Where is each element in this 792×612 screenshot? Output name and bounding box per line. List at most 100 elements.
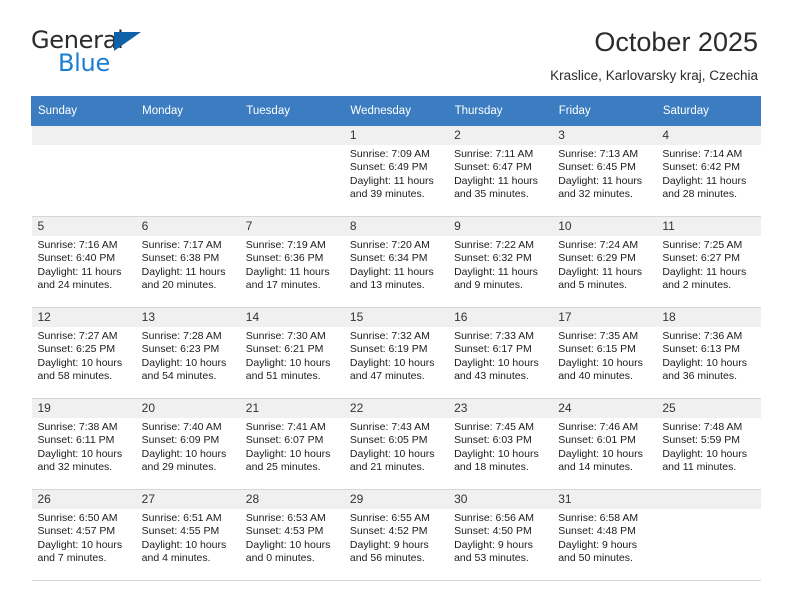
daylight-duration-line1: Daylight: 10 hours bbox=[558, 356, 643, 369]
day-details: Sunrise: 7:30 AM Sunset: 6:21 PM Daylight:… bbox=[240, 327, 344, 384]
calendar-day-cell[interactable]: 31 Sunrise: 6:58 AM Sunset: 4:48 PM Dayligh… bbox=[552, 489, 657, 581]
calendar-cell-empty bbox=[31, 125, 136, 217]
sunset-time: Sunset: 6:34 PM bbox=[349, 252, 428, 265]
sunrise-time: Sunrise: 7:33 AM bbox=[454, 329, 535, 342]
calendar-day-cell[interactable]: 5 Sunrise: 7:16 AM Sunset: 6:40 PM Daylight… bbox=[31, 216, 136, 308]
calendar-day-cell[interactable]: 2 Sunrise: 7:11 AM Sunset: 6:47 PM Daylight… bbox=[448, 125, 553, 217]
sunrise-time: Sunrise: 7:32 AM bbox=[349, 329, 430, 342]
daylight-duration-line2: and 35 minutes. bbox=[454, 187, 529, 200]
calendar-day-cell[interactable]: 23 Sunrise: 7:45 AM Sunset: 6:03 PM Dayligh… bbox=[448, 398, 553, 490]
daylight-duration-line2: and 25 minutes. bbox=[245, 460, 321, 473]
calendar-cell-empty bbox=[135, 125, 240, 217]
daylight-duration-line1: Daylight: 11 hours bbox=[662, 265, 747, 278]
daylight-duration-line1: Daylight: 11 hours bbox=[558, 174, 643, 187]
daylight-duration-line2: and 4 minutes. bbox=[141, 551, 211, 564]
page-header: General Blue October 2025 Kraslice, Karl… bbox=[0, 0, 792, 83]
calendar-day-cell[interactable]: 4 Sunrise: 7:14 AM Sunset: 6:42 PM Daylight… bbox=[656, 125, 761, 217]
daylight-duration-line1: Daylight: 9 hours bbox=[349, 538, 429, 551]
day-details: Sunrise: 7:32 AM Sunset: 6:19 PM Daylight:… bbox=[344, 327, 448, 384]
calendar-day-cell[interactable]: 8 Sunrise: 7:20 AM Sunset: 6:34 PM Daylight… bbox=[343, 216, 449, 308]
sunrise-time: Sunrise: 7:25 AM bbox=[662, 238, 743, 251]
calendar-day-cell[interactable]: 17 Sunrise: 7:35 AM Sunset: 6:15 PM Dayligh… bbox=[552, 307, 657, 399]
location-subtitle: Kraslice, Karlovarsky kraj, Czechia bbox=[550, 67, 758, 83]
daylight-duration-line1: Daylight: 10 hours bbox=[662, 356, 747, 369]
calendar-day-cell[interactable]: 15 Sunrise: 7:32 AM Sunset: 6:19 PM Dayligh… bbox=[343, 307, 449, 399]
calendar-cell-inner bbox=[656, 489, 761, 580]
day-number: 10 bbox=[552, 216, 657, 236]
calendar-cell-inner: 17 Sunrise: 7:35 AM Sunset: 6:15 PM Dayligh… bbox=[552, 307, 657, 398]
calendar-day-cell[interactable]: 14 Sunrise: 7:30 AM Sunset: 6:21 PM Dayligh… bbox=[239, 307, 344, 399]
sunrise-time: Sunrise: 6:58 AM bbox=[558, 511, 639, 524]
calendar-cell-inner: 16 Sunrise: 7:33 AM Sunset: 6:17 PM Dayligh… bbox=[448, 307, 553, 398]
daylight-duration-line1: Daylight: 10 hours bbox=[245, 538, 331, 551]
weekday-header-monday: Monday bbox=[135, 95, 241, 126]
calendar-cell-inner: 11 Sunrise: 7:25 AM Sunset: 6:27 PM Dayligh… bbox=[656, 216, 761, 307]
calendar-cell-inner: 7 Sunrise: 7:19 AM Sunset: 6:36 PM Daylight… bbox=[239, 216, 344, 307]
calendar-day-cell[interactable]: 10 Sunrise: 7:24 AM Sunset: 6:29 PM Dayligh… bbox=[552, 216, 657, 308]
sunrise-time: Sunrise: 7:16 AM bbox=[37, 238, 118, 251]
daylight-duration-line1: Daylight: 10 hours bbox=[245, 356, 331, 369]
sunrise-time: Sunrise: 7:41 AM bbox=[245, 420, 326, 433]
calendar-day-cell[interactable]: 28 Sunrise: 6:53 AM Sunset: 4:53 PM Dayligh… bbox=[239, 489, 344, 581]
sunrise-time: Sunrise: 7:40 AM bbox=[141, 420, 222, 433]
sunset-time: Sunset: 6:36 PM bbox=[245, 252, 324, 265]
calendar-day-cell[interactable]: 29 Sunrise: 6:55 AM Sunset: 4:52 PM Dayligh… bbox=[343, 489, 449, 581]
day-number bbox=[239, 125, 344, 145]
calendar-day-cell[interactable]: 3 Sunrise: 7:13 AM Sunset: 6:45 PM Daylight… bbox=[552, 125, 657, 217]
day-number bbox=[31, 125, 136, 145]
sunrise-time: Sunrise: 6:51 AM bbox=[141, 511, 222, 524]
sunset-time: Sunset: 5:59 PM bbox=[662, 434, 740, 447]
calendar-day-cell[interactable]: 9 Sunrise: 7:22 AM Sunset: 6:32 PM Daylight… bbox=[448, 216, 553, 308]
calendar-day-cell[interactable]: 7 Sunrise: 7:19 AM Sunset: 6:36 PM Daylight… bbox=[239, 216, 344, 308]
calendar-cell-inner: 14 Sunrise: 7:30 AM Sunset: 6:21 PM Dayligh… bbox=[239, 307, 344, 398]
calendar-cell-inner: 26 Sunrise: 6:50 AM Sunset: 4:57 PM Dayligh… bbox=[31, 489, 136, 580]
calendar-day-cell[interactable]: 30 Sunrise: 6:56 AM Sunset: 4:50 PM Dayligh… bbox=[448, 489, 553, 581]
calendar-day-cell[interactable]: 13 Sunrise: 7:28 AM Sunset: 6:23 PM Dayligh… bbox=[135, 307, 240, 399]
calendar-cell-inner: 13 Sunrise: 7:28 AM Sunset: 6:23 PM Dayligh… bbox=[135, 307, 240, 398]
sunrise-time: Sunrise: 7:28 AM bbox=[141, 329, 222, 342]
daylight-duration-line1: Daylight: 9 hours bbox=[558, 538, 637, 551]
day-details: Sunrise: 7:41 AM Sunset: 6:07 PM Daylight:… bbox=[240, 418, 344, 475]
calendar-day-cell[interactable]: 1 Sunrise: 7:09 AM Sunset: 6:49 PM Daylight… bbox=[343, 125, 449, 217]
calendar-day-cell[interactable]: 26 Sunrise: 6:50 AM Sunset: 4:57 PM Dayligh… bbox=[31, 489, 136, 581]
calendar-cell-inner bbox=[31, 125, 136, 216]
day-number: 7 bbox=[239, 216, 344, 236]
day-number: 13 bbox=[135, 307, 240, 327]
sunrise-time: Sunrise: 7:46 AM bbox=[558, 420, 639, 433]
day-number: 15 bbox=[343, 307, 449, 327]
day-details: Sunrise: 7:48 AM Sunset: 5:59 PM Daylight:… bbox=[656, 418, 760, 475]
day-number: 23 bbox=[448, 398, 553, 418]
calendar-day-cell[interactable]: 18 Sunrise: 7:36 AM Sunset: 6:13 PM Dayligh… bbox=[656, 307, 761, 399]
daylight-duration-line1: Daylight: 9 hours bbox=[454, 538, 533, 551]
day-number bbox=[656, 489, 761, 509]
calendar-day-cell[interactable]: 27 Sunrise: 6:51 AM Sunset: 4:55 PM Dayligh… bbox=[135, 489, 240, 581]
calendar-day-cell[interactable]: 11 Sunrise: 7:25 AM Sunset: 6:27 PM Dayligh… bbox=[656, 216, 761, 308]
calendar-day-cell[interactable]: 12 Sunrise: 7:27 AM Sunset: 6:25 PM Dayligh… bbox=[31, 307, 136, 399]
daylight-duration-line2: and 54 minutes. bbox=[141, 369, 217, 382]
daylight-duration-line2: and 50 minutes. bbox=[558, 551, 633, 564]
weekday-header-friday: Friday bbox=[551, 95, 657, 126]
calendar-day-cell[interactable]: 21 Sunrise: 7:41 AM Sunset: 6:07 PM Dayligh… bbox=[239, 398, 344, 490]
calendar-day-cell[interactable]: 22 Sunrise: 7:43 AM Sunset: 6:05 PM Dayligh… bbox=[343, 398, 449, 490]
daylight-duration-line1: Daylight: 10 hours bbox=[37, 447, 123, 460]
calendar-day-cell[interactable]: 16 Sunrise: 7:33 AM Sunset: 6:17 PM Dayligh… bbox=[448, 307, 553, 399]
calendar-day-cell[interactable]: 19 Sunrise: 7:38 AM Sunset: 6:11 PM Dayligh… bbox=[31, 398, 136, 490]
daylight-duration-line1: Daylight: 10 hours bbox=[37, 538, 123, 551]
calendar-day-cell[interactable]: 20 Sunrise: 7:40 AM Sunset: 6:09 PM Dayligh… bbox=[135, 398, 240, 490]
calendar-day-cell[interactable]: 24 Sunrise: 7:46 AM Sunset: 6:01 PM Dayligh… bbox=[552, 398, 657, 490]
day-details: Sunrise: 6:53 AM Sunset: 4:53 PM Daylight:… bbox=[240, 509, 344, 566]
sunset-time: Sunset: 6:11 PM bbox=[37, 434, 115, 447]
calendar-day-cell[interactable]: 6 Sunrise: 7:17 AM Sunset: 6:38 PM Daylight… bbox=[135, 216, 240, 308]
day-details: Sunrise: 7:20 AM Sunset: 6:34 PM Daylight:… bbox=[344, 236, 448, 293]
sunset-time: Sunset: 6:09 PM bbox=[141, 434, 220, 447]
generalblue-logo[interactable]: General Blue bbox=[31, 26, 151, 80]
day-details: Sunrise: 7:25 AM Sunset: 6:27 PM Daylight:… bbox=[656, 236, 760, 293]
sunrise-time: Sunrise: 7:36 AM bbox=[662, 329, 743, 342]
daylight-duration-line1: Daylight: 11 hours bbox=[349, 174, 434, 187]
calendar-day-cell[interactable]: 25 Sunrise: 7:48 AM Sunset: 5:59 PM Dayligh… bbox=[656, 398, 761, 490]
calendar-cell-inner: 1 Sunrise: 7:09 AM Sunset: 6:49 PM Daylight… bbox=[343, 125, 449, 216]
day-number: 8 bbox=[343, 216, 449, 236]
sunrise-time: Sunrise: 7:20 AM bbox=[349, 238, 430, 251]
day-details: Sunrise: 7:46 AM Sunset: 6:01 PM Daylight:… bbox=[552, 418, 656, 475]
sunset-time: Sunset: 6:42 PM bbox=[662, 161, 740, 174]
